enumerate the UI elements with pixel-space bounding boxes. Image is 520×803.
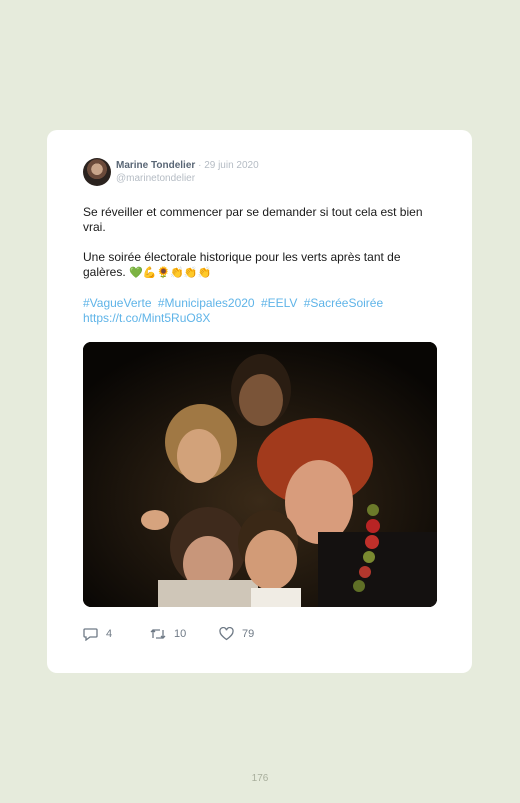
like-action[interactable]: 79 — [219, 627, 254, 641]
tweet-header: Marine Tondelier · 29 juin 2020 — [116, 160, 259, 171]
tweet-actions: 4 10 79 — [83, 627, 343, 645]
tweet-paragraph-1: Se réveiller et commencer par se demande… — [83, 205, 423, 234]
tweet-photo[interactable] — [83, 342, 437, 607]
emoji-group: 💚💪🌻👏👏👏 — [129, 267, 212, 279]
hashtag-sacreesoiree[interactable]: #SacréeSoirée — [304, 296, 383, 310]
retweet-count: 10 — [174, 628, 187, 640]
tweet-body: Se réveiller et commencer par se demande… — [83, 205, 443, 326]
avatar[interactable] — [83, 158, 111, 186]
hashtags: #VagueVerte #Municipales2020 #EELV #Sacr… — [83, 296, 443, 326]
hashtag-eelv[interactable]: #EELV — [261, 296, 297, 310]
retweet-action[interactable]: 10 — [150, 627, 186, 641]
heart-icon — [219, 627, 234, 641]
page-number: 176 — [251, 773, 269, 784]
tweet-paragraph-2: Une soirée électorale historique pour le… — [83, 250, 443, 281]
hashtag-municipales2020[interactable]: #Municipales2020 — [158, 296, 255, 310]
author-handle[interactable]: @marinetondelier — [116, 173, 195, 184]
retweet-icon — [150, 629, 166, 639]
tweet-link[interactable]: https://t.co/Mint5RuO8X — [83, 311, 440, 326]
reply-icon — [83, 628, 98, 641]
author-name[interactable]: Marine Tondelier — [116, 160, 195, 171]
like-count: 79 — [242, 628, 255, 640]
tweet-date[interactable]: 29 juin 2020 — [204, 160, 259, 171]
hashtag-vagueverte[interactable]: #VagueVerte — [83, 296, 152, 310]
separator: · — [198, 160, 202, 171]
reply-count: 4 — [106, 628, 113, 640]
reply-action[interactable]: 4 — [83, 627, 112, 641]
selfie-photo-illustration — [83, 342, 437, 607]
tweet-card: Marine Tondelier · 29 juin 2020 @marinet… — [47, 130, 472, 673]
